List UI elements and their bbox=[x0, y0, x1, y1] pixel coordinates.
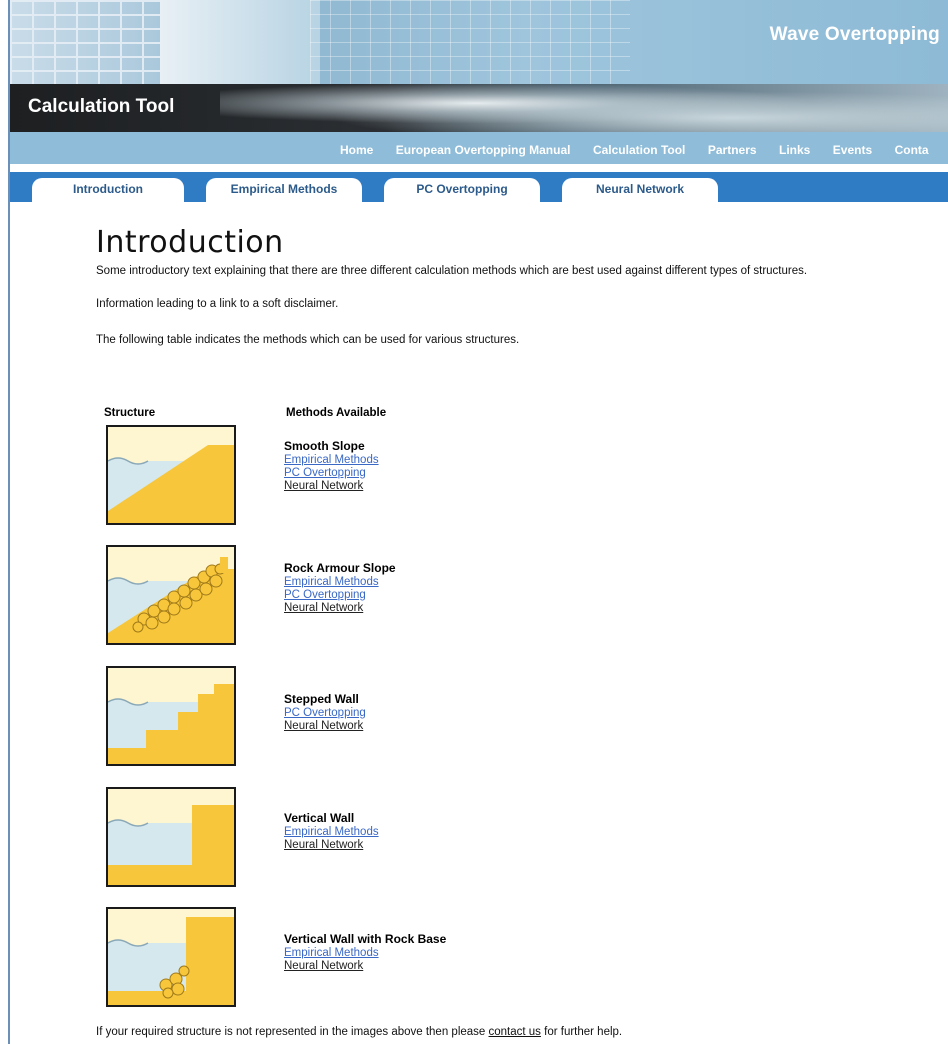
wave-photo bbox=[220, 84, 948, 132]
nav-partners[interactable]: Partners bbox=[708, 143, 757, 157]
neural-network-link[interactable]: Neural Network bbox=[284, 602, 396, 615]
footer-text-after: for further help. bbox=[540, 1026, 623, 1038]
intro-text: Some introductory text explaining that t… bbox=[96, 265, 808, 277]
structure-name: Vertical Wall bbox=[284, 811, 355, 825]
structure-column-header: Structure bbox=[104, 407, 156, 419]
tab-neural-network[interactable]: Neural Network bbox=[562, 178, 718, 202]
footer-help-text: If your required structure is not repres… bbox=[96, 1026, 622, 1038]
main-content: Introduction Some introductory text expl… bbox=[96, 225, 896, 348]
nav-home[interactable]: Home bbox=[340, 143, 373, 157]
vertical-wall-icon bbox=[106, 787, 236, 887]
pc-overtopping-link[interactable]: PC Overtopping bbox=[284, 589, 396, 602]
structure-table: Structure Methods Available Smooth Slope… bbox=[104, 407, 904, 1017]
neural-network-link[interactable]: Neural Network bbox=[284, 839, 379, 852]
smooth-slope-methods: Smooth Slope Empirical Methods PC Overto… bbox=[284, 440, 379, 493]
tab-empirical-methods[interactable]: Empirical Methods bbox=[206, 178, 362, 202]
empirical-methods-link[interactable]: Empirical Methods bbox=[284, 454, 379, 467]
pc-overtopping-link[interactable]: PC Overtopping bbox=[284, 467, 379, 480]
rock-armour-slope-methods: Rock Armour Slope Empirical Methods PC O… bbox=[284, 562, 396, 615]
structure-name: Vertical Wall with Rock Base bbox=[284, 932, 447, 946]
structure-name: Rock Armour Slope bbox=[284, 561, 396, 575]
neural-network-link[interactable]: Neural Network bbox=[284, 480, 379, 493]
methods-column-header: Methods Available bbox=[286, 407, 387, 419]
table-intro-text: The following table indicates the method… bbox=[96, 334, 520, 346]
nav-calculation-tool[interactable]: Calculation Tool bbox=[593, 143, 685, 157]
structure-name: Smooth Slope bbox=[284, 439, 365, 453]
header-banner: Wave Overtopping bbox=[10, 0, 948, 84]
disclaimer-text: Information leading to a link to a soft … bbox=[96, 298, 339, 310]
empirical-methods-link[interactable]: Empirical Methods bbox=[284, 826, 379, 839]
nav-contact[interactable]: Conta bbox=[895, 143, 929, 157]
banner-grid-graphic bbox=[10, 0, 160, 84]
tool-header: Calculation Tool bbox=[10, 84, 948, 132]
empirical-methods-link[interactable]: Empirical Methods bbox=[284, 576, 396, 589]
pc-overtopping-link[interactable]: PC Overtopping bbox=[284, 707, 366, 720]
tab-pc-overtopping[interactable]: PC Overtopping bbox=[384, 178, 540, 202]
banner-grid-overlay bbox=[310, 0, 630, 84]
nav-european-overtopping-manual[interactable]: European Overtopping Manual bbox=[396, 143, 571, 157]
vertical-wall-rock-base-methods: Vertical Wall with Rock Base Empirical M… bbox=[284, 933, 446, 973]
tool-title: Calculation Tool bbox=[28, 96, 175, 117]
footer-text-before: If your required structure is not repres… bbox=[96, 1026, 489, 1038]
neural-network-link[interactable]: Neural Network bbox=[284, 720, 366, 733]
vertical-wall-methods: Vertical Wall Empirical Methods Neural N… bbox=[284, 812, 379, 852]
top-navigation: Home European Overtopping Manual Calcula… bbox=[10, 132, 948, 164]
tab-bar: Introduction Empirical Methods PC Overto… bbox=[10, 172, 948, 202]
tab-introduction[interactable]: Introduction bbox=[32, 178, 184, 202]
structure-name: Stepped Wall bbox=[284, 692, 359, 706]
banner-light-graphic bbox=[160, 0, 320, 84]
rock-armour-slope-icon bbox=[106, 545, 236, 645]
nav-links[interactable]: Links bbox=[779, 143, 810, 157]
neural-network-link[interactable]: Neural Network bbox=[284, 960, 446, 973]
stepped-wall-methods: Stepped Wall PC Overtopping Neural Netwo… bbox=[284, 693, 366, 733]
page-title: Introduction bbox=[96, 225, 284, 260]
nav-events[interactable]: Events bbox=[833, 143, 872, 157]
smooth-slope-icon bbox=[106, 425, 236, 525]
vertical-wall-rock-base-icon bbox=[106, 907, 236, 1007]
stepped-wall-icon bbox=[106, 666, 236, 766]
contact-us-link[interactable]: contact us bbox=[489, 1026, 541, 1038]
empirical-methods-link[interactable]: Empirical Methods bbox=[284, 947, 446, 960]
site-title: Wave Overtopping bbox=[769, 24, 940, 45]
